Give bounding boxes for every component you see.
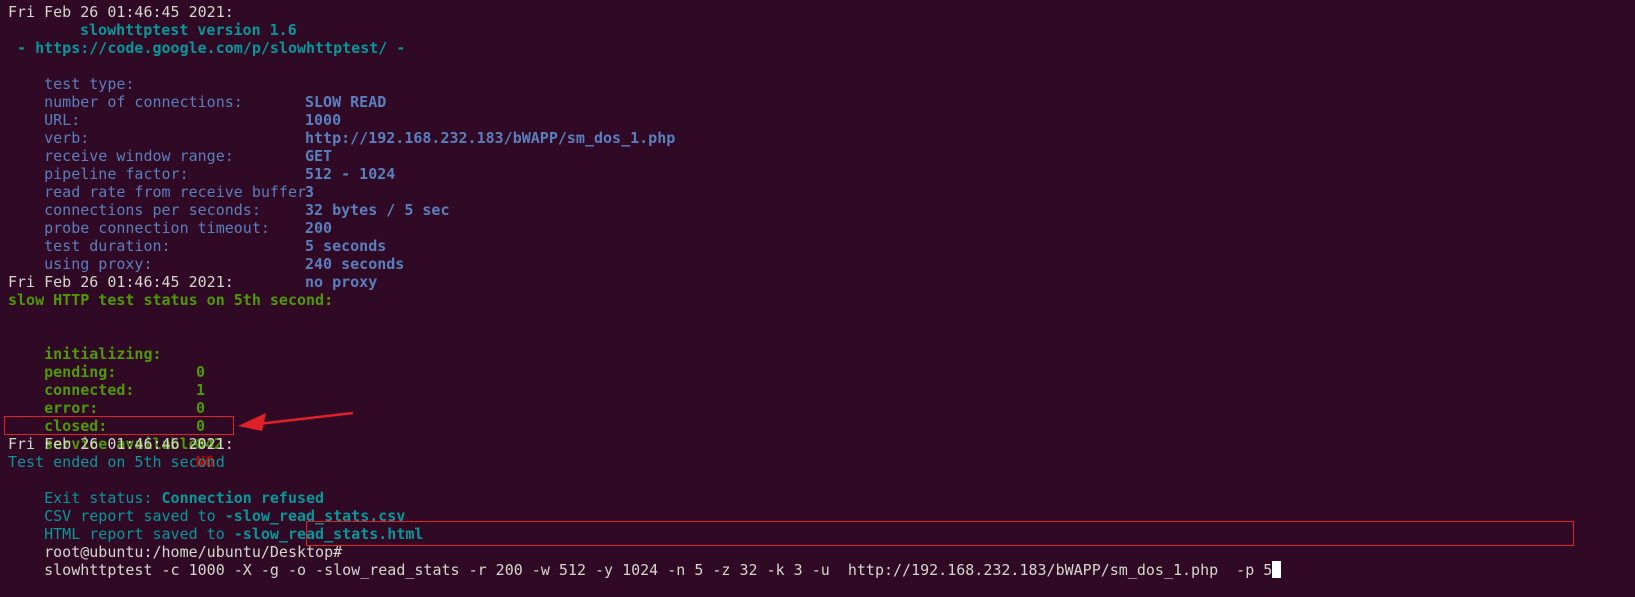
exit-status-line: Exit status: Connection refused bbox=[8, 471, 324, 507]
terminal-window[interactable]: Fri Feb 26 01:46:45 2021: slowhttptest v… bbox=[0, 0, 1635, 579]
text-cursor bbox=[1272, 561, 1282, 578]
command-text: slowhttptest -c 1000 -X -g -o -slow_read… bbox=[44, 561, 1273, 579]
command-input[interactable]: slowhttptest -c 1000 -X -g -o -slow_read… bbox=[44, 561, 1282, 579]
csv-report-line: CSV report saved to -slow_read_stats.csv bbox=[8, 489, 405, 525]
result-timestamp: Fri Feb 26 01:46:46 2021: bbox=[8, 435, 234, 453]
shell-prompt: root@ubuntu:/home/ubuntu/Desktop# bbox=[44, 543, 343, 561]
command-highlight-box bbox=[306, 521, 1574, 546]
test-ended-line: Test ended on 5th second bbox=[8, 453, 225, 471]
